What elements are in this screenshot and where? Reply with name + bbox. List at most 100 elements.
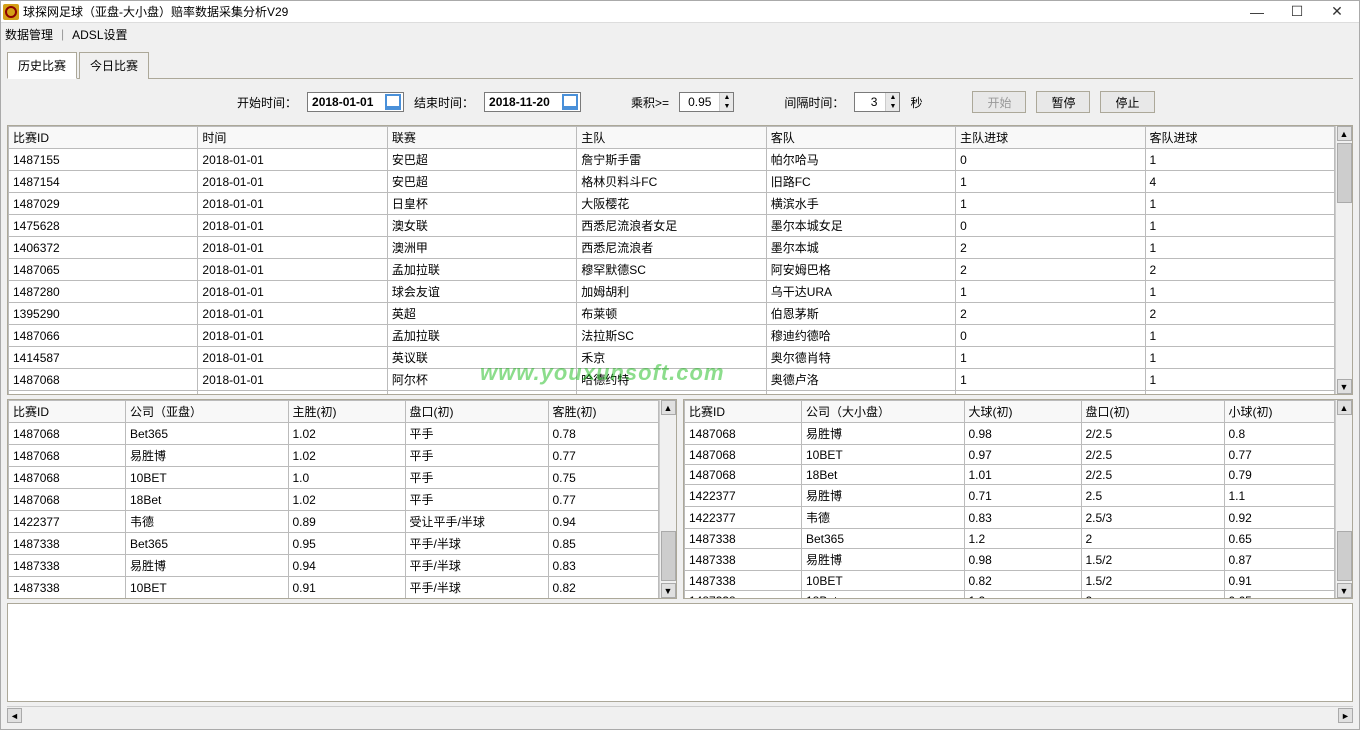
minimize-button[interactable]: —	[1237, 2, 1277, 22]
table-row[interactable]: 14145872018-01-01英议联禾京奥尔德肖特11	[9, 347, 1335, 369]
column-header[interactable]: 主胜(初)	[288, 401, 405, 423]
table-row[interactable]: 14870682018-01-01阿尔杯哈德约特奥德卢洛11	[9, 369, 1335, 391]
left-scrollbar[interactable]: ▲ ▼	[659, 400, 676, 598]
table-row[interactable]: 14871552018-01-01安巴超詹宁斯手雷帕尔哈马01	[9, 149, 1335, 171]
column-header[interactable]: 联赛	[387, 127, 576, 149]
column-header[interactable]: 比赛ID	[9, 127, 198, 149]
table-row[interactable]: 1487338Bet3650.95平手/半球0.85	[9, 533, 659, 555]
chevron-up-icon[interactable]: ▲	[719, 93, 733, 102]
chevron-up-icon[interactable]: ▲	[885, 93, 899, 102]
menu-data-mgmt[interactable]: 数据管理	[5, 26, 53, 43]
column-header[interactable]: 时间	[198, 127, 387, 149]
table-cell: 1406372	[9, 237, 198, 259]
table-row[interactable]: 148733818Bet1.220.65	[685, 591, 1335, 599]
table-row[interactable]: 148706818Bet1.02平手0.77	[9, 489, 659, 511]
table-cell: 孟加拉联	[387, 259, 576, 281]
table-row[interactable]: 1422377韦德0.832.5/30.92	[685, 507, 1335, 529]
scroll-up-icon[interactable]: ▲	[1337, 400, 1352, 415]
bottom-scrollbar[interactable]: ◄ ►	[7, 706, 1353, 723]
interval-spinner[interactable]: 3 ▲▼	[854, 92, 900, 112]
scroll-thumb[interactable]	[661, 531, 676, 581]
column-header[interactable]: 盘口(初)	[1081, 401, 1224, 423]
log-area[interactable]	[7, 603, 1353, 702]
table-cell: 2	[956, 303, 1145, 325]
calendar-icon[interactable]	[562, 94, 578, 110]
pause-button[interactable]: 暂停	[1036, 91, 1090, 113]
close-button[interactable]: ✕	[1317, 2, 1357, 22]
scroll-up-icon[interactable]: ▲	[661, 400, 676, 415]
scroll-up-icon[interactable]: ▲	[1337, 126, 1352, 141]
column-header[interactable]: 大球(初)	[964, 401, 1081, 423]
tab-today[interactable]: 今日比赛	[79, 52, 149, 79]
calendar-icon[interactable]	[385, 94, 401, 110]
menu-adsl[interactable]: ADSL设置	[72, 26, 127, 43]
table-row[interactable]: 1487068Bet3651.02平手0.78	[9, 423, 659, 445]
right-scrollbar[interactable]: ▲ ▼	[1335, 400, 1352, 598]
main-scrollbar[interactable]: ▲ ▼	[1335, 126, 1352, 394]
scroll-right-icon[interactable]: ►	[1338, 708, 1353, 723]
start-date-input[interactable]: 2018-01-01	[307, 92, 404, 112]
table-row[interactable]: 148733810BET0.91平手/半球0.82	[9, 577, 659, 599]
table-row[interactable]: 1487338易胜博0.981.5/20.87	[685, 549, 1335, 571]
stop-button[interactable]: 停止	[1100, 91, 1154, 113]
column-header[interactable]: 公司（亚盘）	[126, 401, 289, 423]
column-header[interactable]: 小球(初)	[1224, 401, 1335, 423]
column-header[interactable]: 客队进球	[1145, 127, 1334, 149]
table-row[interactable]: 1487338易胜博0.94平手/半球0.83	[9, 555, 659, 577]
scroll-thumb[interactable]	[1337, 531, 1352, 581]
table-row[interactable]: 13952902018-01-01英超布莱顿伯恩茅斯22	[9, 303, 1335, 325]
table-cell: 2018-01-01	[198, 215, 387, 237]
left-table[interactable]: 比赛ID公司（亚盘）主胜(初)盘口(初)客胜(初)1487068Bet3651.…	[8, 400, 659, 598]
table-row[interactable]: 148733810BET0.821.5/20.91	[685, 571, 1335, 591]
table-row[interactable]: 148706810BET1.0平手0.75	[9, 467, 659, 489]
table-row[interactable]: 1487068易胜博1.02平手0.77	[9, 445, 659, 467]
chevron-down-icon[interactable]: ▼	[719, 102, 733, 111]
table-cell: 安巴超	[387, 149, 576, 171]
table-row[interactable]: 14870662018-01-01孟加拉联法拉斯SC穆迪约德哈01	[9, 325, 1335, 347]
column-header[interactable]: 客队	[766, 127, 955, 149]
scroll-thumb[interactable]	[1337, 143, 1352, 203]
table-cell: 0.83	[548, 555, 659, 577]
table-cell: 1	[1145, 215, 1334, 237]
table-row[interactable]: 14756282018-01-01澳女联西悉尼流浪者女足墨尔本城女足01	[9, 215, 1335, 237]
tab-history[interactable]: 历史比赛	[7, 52, 77, 79]
table-row[interactable]: 1487338Bet3651.220.65	[685, 529, 1335, 549]
column-header[interactable]: 比赛ID	[9, 401, 126, 423]
scroll-left-icon[interactable]: ◄	[7, 708, 22, 723]
table-cell: 0.85	[548, 533, 659, 555]
column-header[interactable]: 主队进球	[956, 127, 1145, 149]
table-row[interactable]: 14870652018-01-01孟加拉联穆罕默德SC阿安姆巴格22	[9, 259, 1335, 281]
maximize-button[interactable]: ☐	[1277, 2, 1317, 22]
column-header[interactable]: 盘口(初)	[405, 401, 548, 423]
column-header[interactable]: 比赛ID	[685, 401, 802, 423]
table-cell: 0.65	[1224, 591, 1335, 599]
column-header[interactable]: 主队	[577, 127, 766, 149]
table-row[interactable]: 14872802018-01-01球会友谊加姆胡利乌干达URA11	[9, 281, 1335, 303]
table-row[interactable]: 1422377易胜博0.712.51.1	[685, 485, 1335, 507]
table-row[interactable]: 14063722018-01-01澳洲甲西悉尼流浪者墨尔本城21	[9, 237, 1335, 259]
table-cell: 1487338	[685, 571, 802, 591]
right-table[interactable]: 比赛ID公司（大小盘）大球(初)盘口(初)小球(初)1487068易胜博0.98…	[684, 400, 1335, 598]
table-row[interactable]: 14871542018-01-01安巴超格林贝料斗FC旧路FC14	[9, 171, 1335, 193]
table-cell: 易胜博	[126, 555, 289, 577]
table-row[interactable]: 1422377韦德0.89受让平手/半球0.94	[9, 511, 659, 533]
table-row[interactable]: 14870292018-01-01日皇杯大阪樱花横滨水手11	[9, 193, 1335, 215]
scroll-down-icon[interactable]: ▼	[1337, 379, 1352, 394]
mult-spinner[interactable]: 0.95 ▲▼	[679, 92, 734, 112]
table-row[interactable]: 148706810BET0.972/2.50.77	[685, 445, 1335, 465]
table-row[interactable]: 1487068易胜博0.982/2.50.8	[685, 423, 1335, 445]
start-button[interactable]: 开始	[972, 91, 1026, 113]
left-table-wrap: 比赛ID公司（亚盘）主胜(初)盘口(初)客胜(初)1487068Bet3651.…	[7, 399, 677, 599]
end-date-input[interactable]: 2018-11-20	[484, 92, 581, 112]
table-cell: 禾京	[577, 347, 766, 369]
scroll-down-icon[interactable]: ▼	[1337, 583, 1352, 598]
scroll-down-icon[interactable]: ▼	[661, 583, 676, 598]
main-table[interactable]: 比赛ID时间联赛主队客队主队进球客队进球14871552018-01-01安巴超…	[8, 126, 1335, 394]
table-row[interactable]: 14223772018-01-01英依超尼德威李斯顿15	[9, 391, 1335, 395]
table-row[interactable]: 148706818Bet1.012/2.50.79	[685, 465, 1335, 485]
chevron-down-icon[interactable]: ▼	[885, 102, 899, 111]
table-cell: 1.02	[288, 445, 405, 467]
column-header[interactable]: 公司（大小盘）	[802, 401, 965, 423]
table-cell: 英超	[387, 303, 576, 325]
column-header[interactable]: 客胜(初)	[548, 401, 659, 423]
